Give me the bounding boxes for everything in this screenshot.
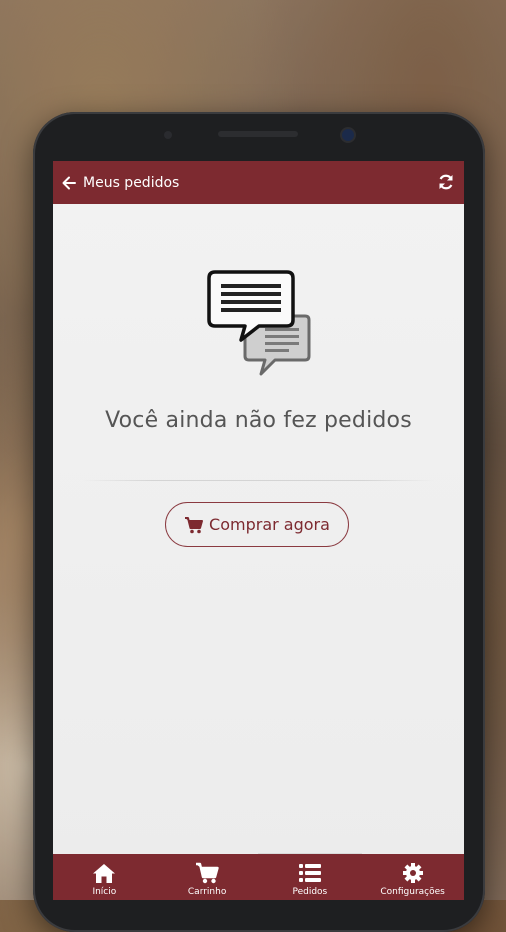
nav-label: Pedidos	[292, 887, 328, 897]
list-icon	[298, 864, 321, 882]
arrow-left-icon[interactable]	[55, 161, 83, 204]
home-icon	[93, 864, 116, 883]
cart-icon	[196, 862, 219, 884]
app-bar: Meus pedidos	[53, 161, 464, 204]
nav-item-carrinho[interactable]: Carrinho	[156, 854, 259, 900]
cart-icon	[185, 516, 204, 533]
buy-now-button[interactable]: Comprar agora	[165, 502, 349, 547]
divider	[83, 480, 434, 481]
bottom-navigation: Início Carrinho Pedidos Configurações	[53, 854, 464, 900]
nav-item-inicio[interactable]: Início	[53, 854, 156, 900]
gear-icon	[402, 863, 423, 883]
refresh-icon[interactable]	[436, 172, 456, 192]
app-screen: Meus pedidos Você ainda não fez pedidos …	[53, 161, 464, 900]
nav-label: Carrinho	[187, 887, 227, 897]
nav-label: Início	[92, 887, 117, 897]
earpiece-speaker	[218, 131, 298, 137]
nav-item-configuracoes[interactable]: Configurações	[361, 854, 464, 900]
proximity-sensor	[164, 131, 172, 139]
nav-label: Configurações	[380, 887, 445, 897]
chat-bubbles-icon	[207, 268, 311, 380]
buy-now-label: Comprar agora	[209, 515, 330, 534]
page-title: Meus pedidos	[83, 174, 180, 191]
nav-item-pedidos[interactable]: Pedidos	[259, 854, 362, 900]
front-camera	[342, 129, 354, 141]
empty-state-message: Você ainda não fez pedidos	[105, 408, 412, 433]
